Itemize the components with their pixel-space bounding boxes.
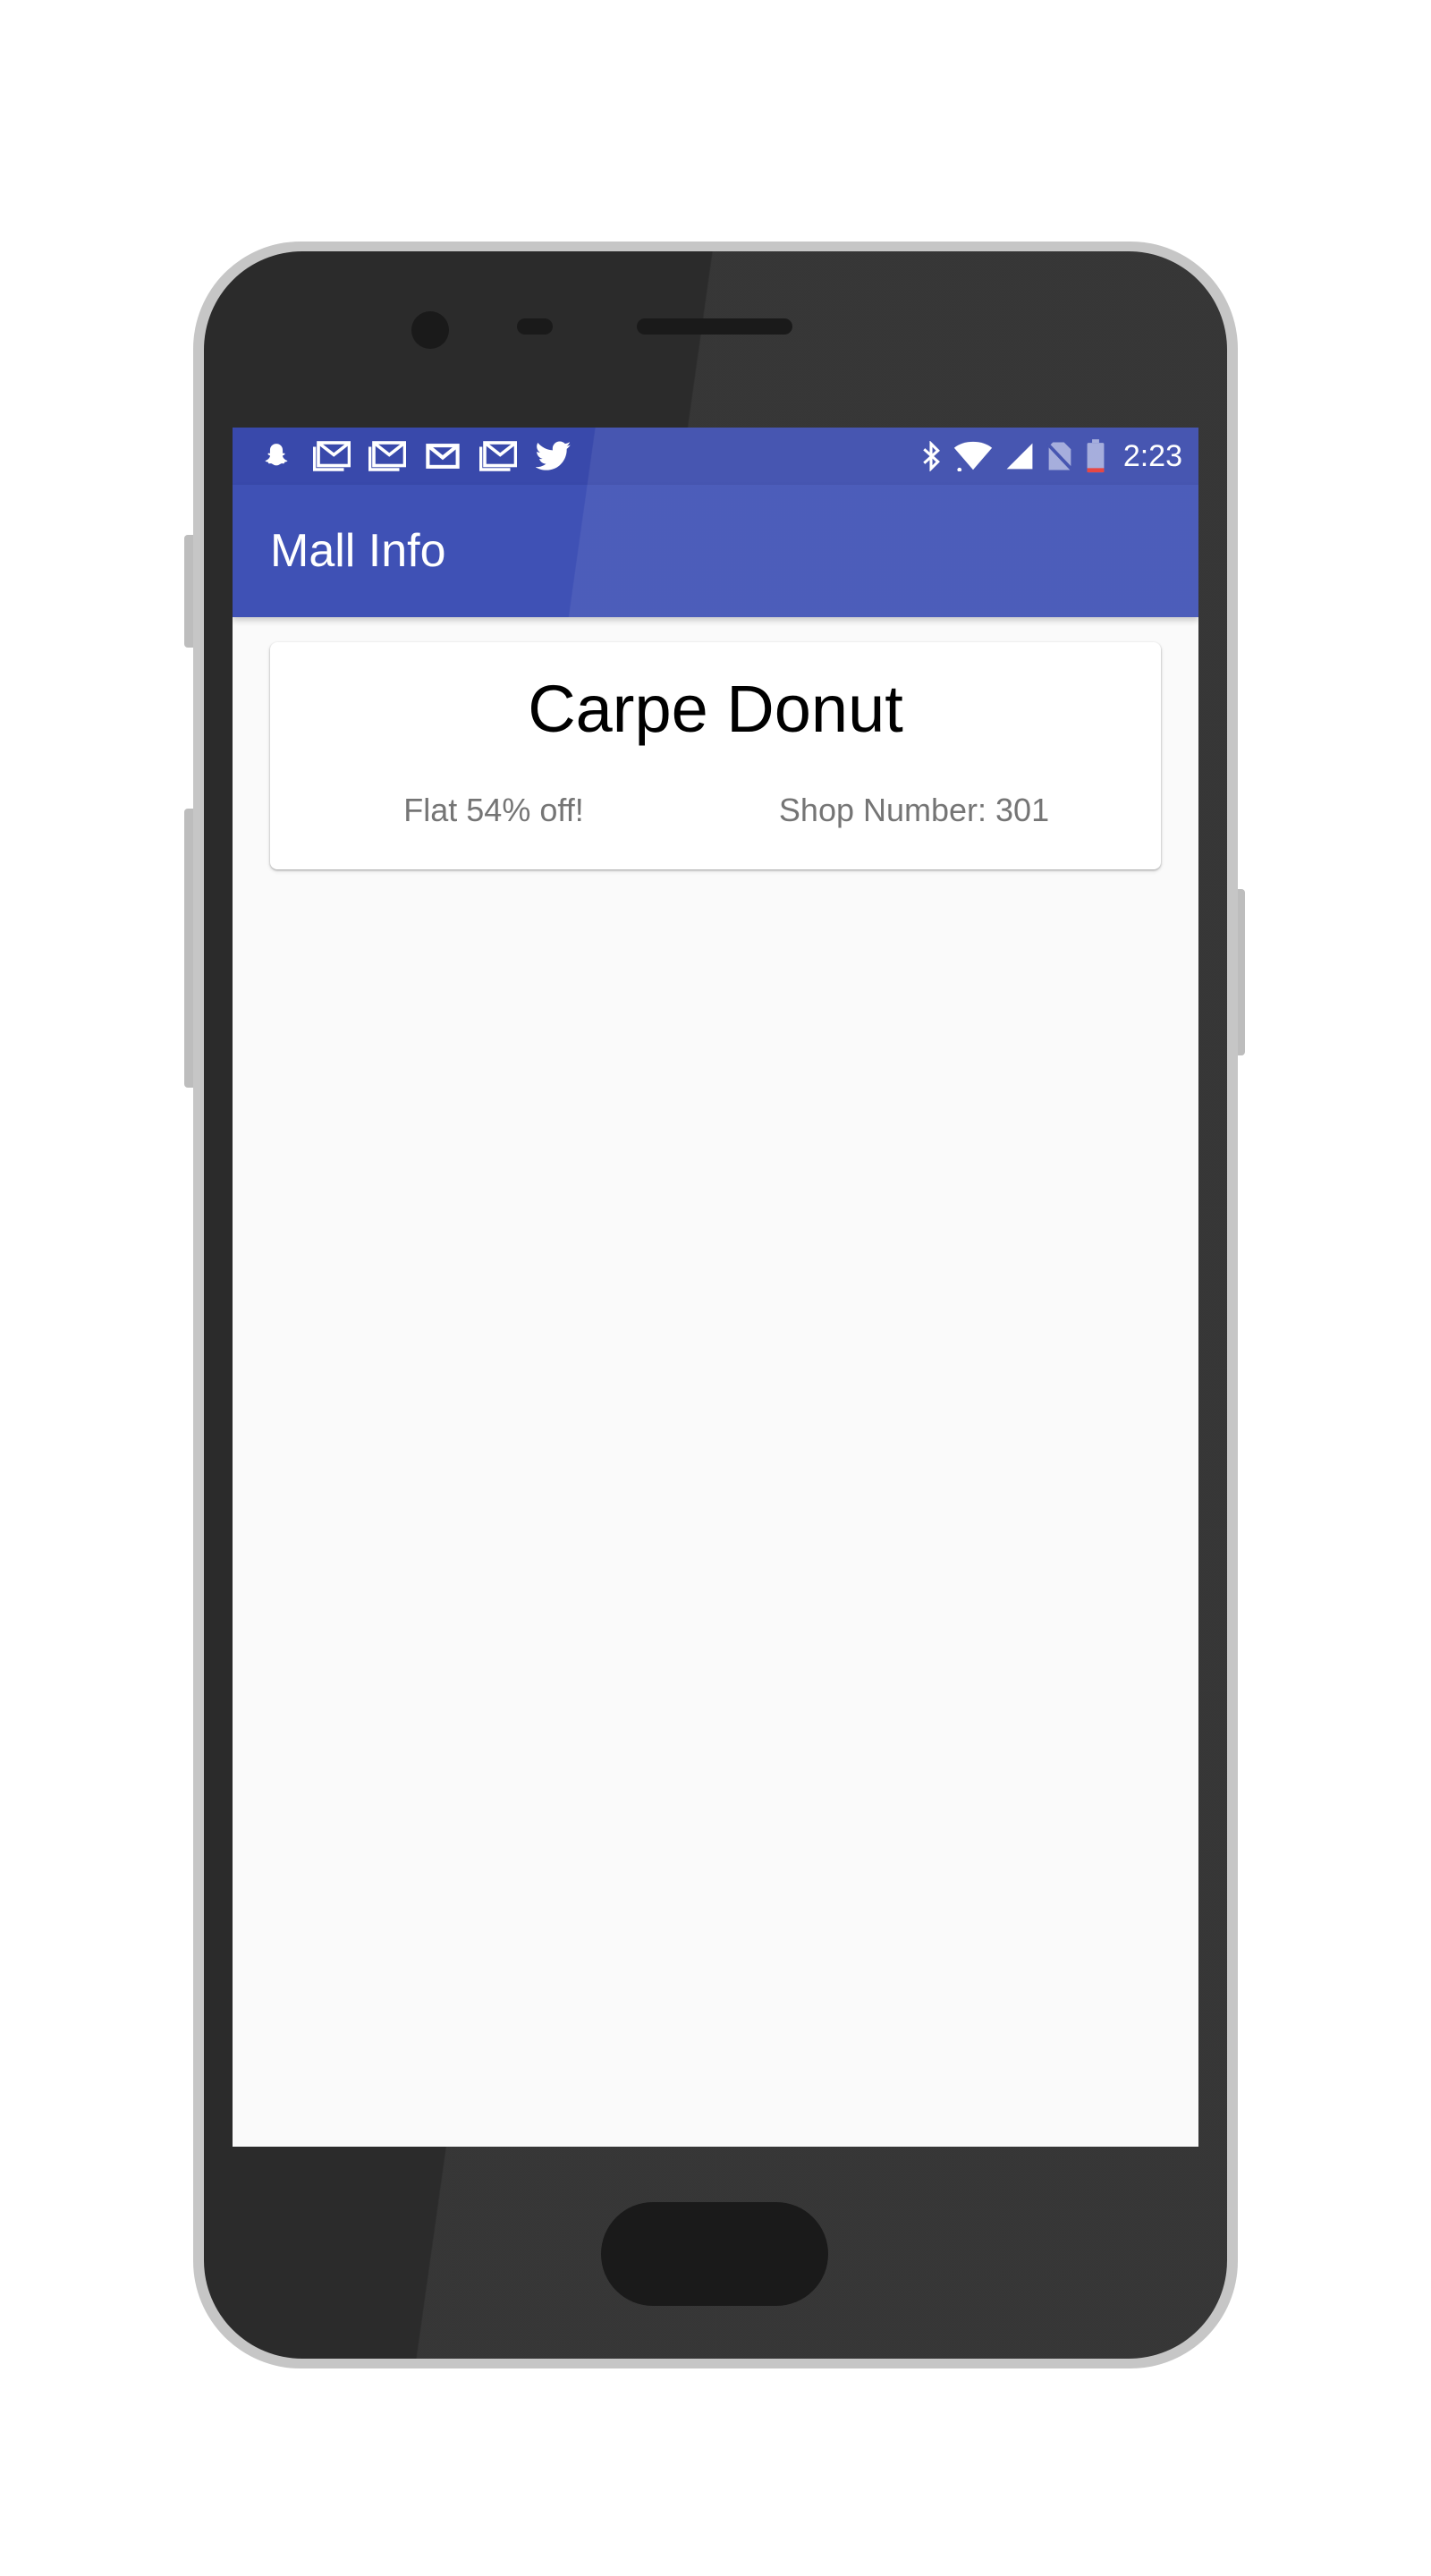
app-title: Mall Info xyxy=(270,525,446,577)
twitter-icon xyxy=(535,438,572,474)
shop-card[interactable]: Carpe Donut Flat 54% off! Shop Number: 3… xyxy=(270,642,1161,869)
status-bar: 2:23 xyxy=(233,428,1198,485)
gmail-icon xyxy=(424,438,461,474)
shop-name: Carpe Donut xyxy=(528,672,903,746)
wifi-icon xyxy=(953,438,993,474)
no-sim-icon xyxy=(1046,438,1073,474)
home-button[interactable] xyxy=(601,2202,828,2306)
screen: 2:23 Mall Info Carpe Donut Flat 54% off!… xyxy=(233,428,1198,2147)
gmail-icon xyxy=(479,438,517,474)
battery-low-icon xyxy=(1086,438,1105,474)
gmail-icon xyxy=(313,438,351,474)
earpiece-speaker xyxy=(637,318,792,335)
gmail-icon xyxy=(368,438,406,474)
system-icons: 2:23 xyxy=(921,438,1182,474)
proximity-sensor xyxy=(517,318,553,335)
status-time: 2:23 xyxy=(1122,439,1182,473)
app-bar: Mall Info xyxy=(233,485,1198,617)
device-mockup: 2:23 Mall Info Carpe Donut Flat 54% off!… xyxy=(0,0,1431,2576)
bluetooth-icon xyxy=(921,438,941,474)
notification-icons xyxy=(258,438,572,474)
snapchat-icon xyxy=(258,438,295,474)
shop-offer: Flat 54% off! xyxy=(403,792,584,828)
front-camera xyxy=(411,311,449,349)
signal-icon xyxy=(1005,438,1034,474)
shop-number: Shop Number: 301 xyxy=(778,792,1050,828)
